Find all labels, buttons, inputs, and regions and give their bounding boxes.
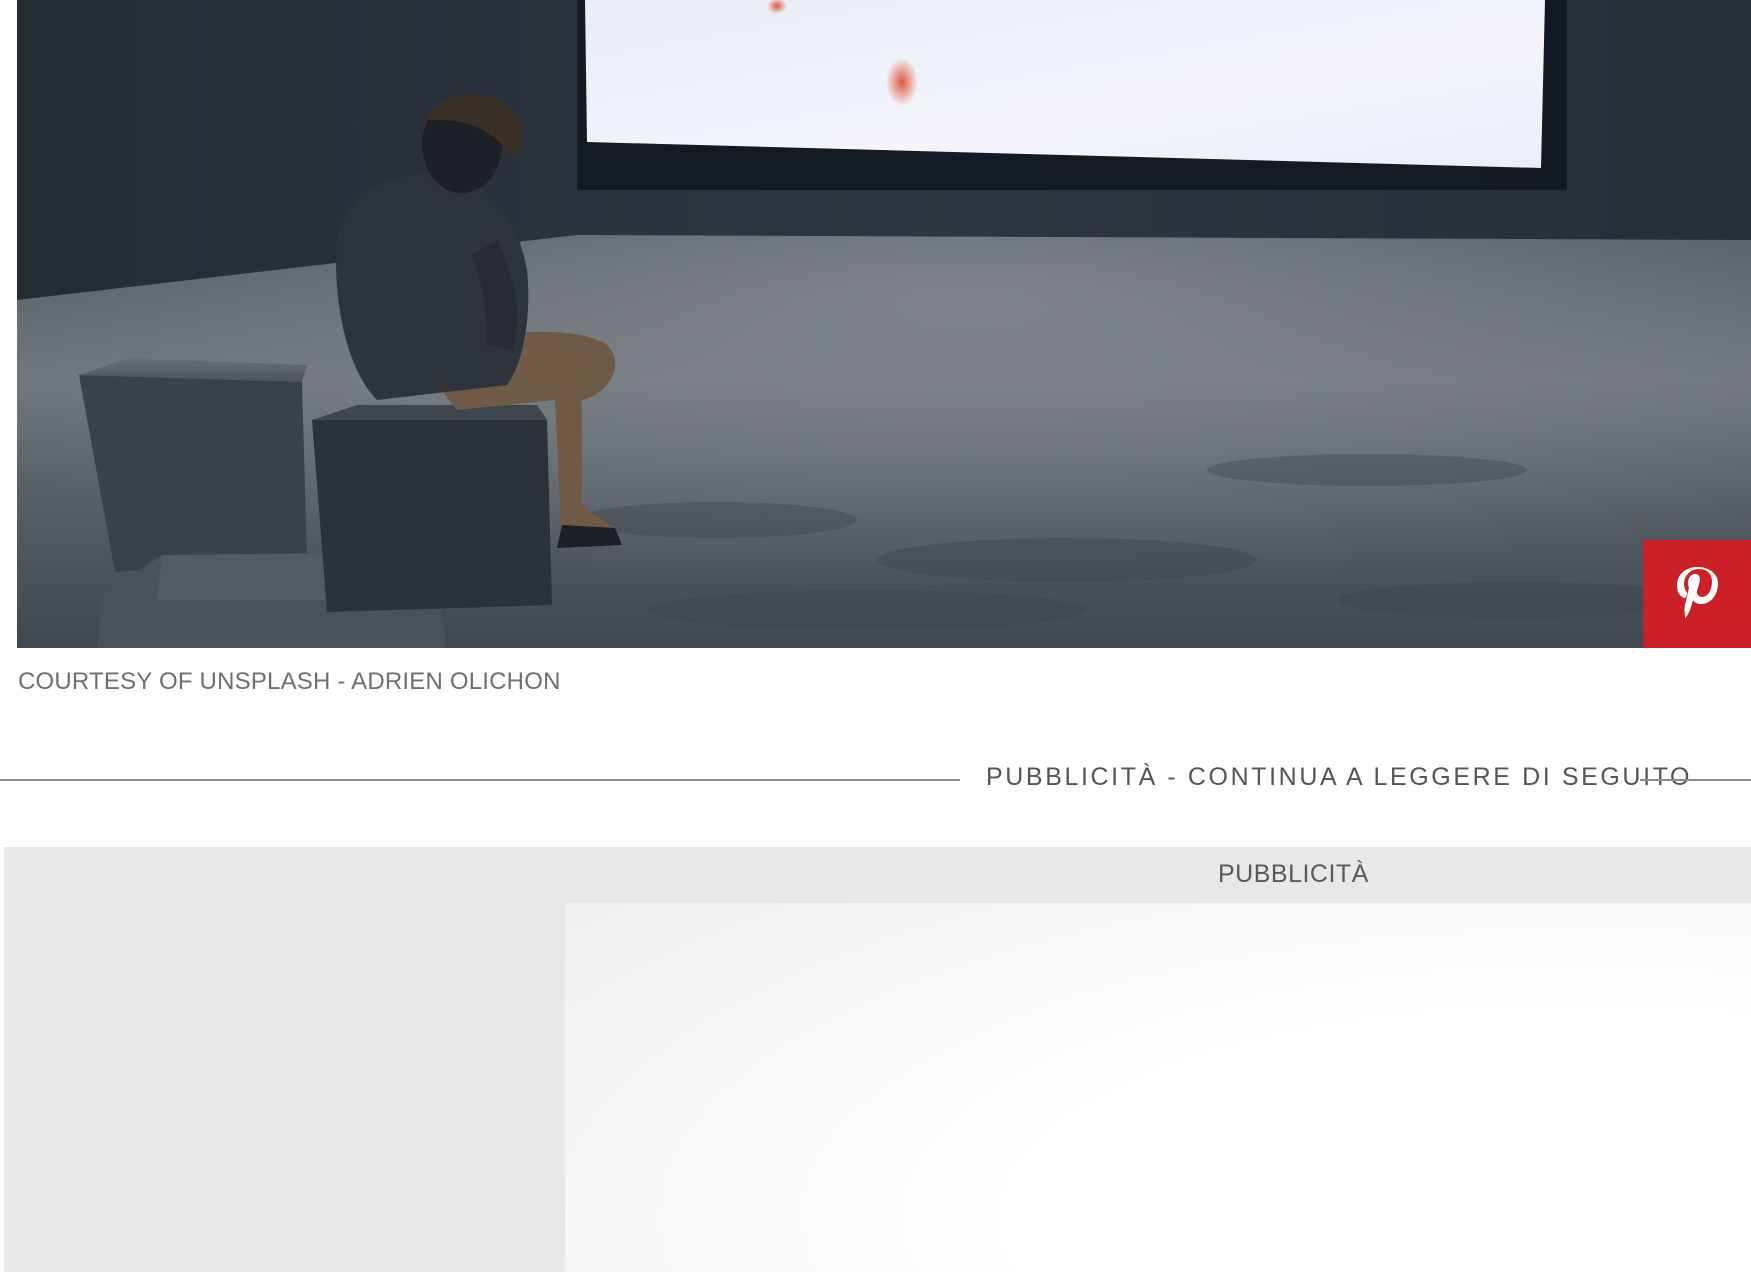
photo-illustration [17,0,1751,648]
divider-rule-left [0,779,960,781]
divider-rule-right [1640,779,1751,781]
ad-slot[interactable] [565,903,1751,1272]
photo-caption: COURTESY OF UNSPLASH - ADRIEN OLICHON [18,668,561,695]
article-page: COURTESY OF UNSPLASH - ADRIEN OLICHON PU… [0,0,1751,1272]
ad-divider-text: PUBBLICITÀ - CONTINUA A LEGGERE DI SEGUI… [986,763,1693,791]
ad-divider: PUBBLICITÀ - CONTINUA A LEGGERE DI SEGUI… [0,762,1751,796]
pinterest-save-button[interactable] [1643,540,1751,648]
ad-label: PUBBLICITÀ [1218,860,1369,888]
pinterest-icon [1677,567,1718,618]
article-photo [17,0,1751,648]
